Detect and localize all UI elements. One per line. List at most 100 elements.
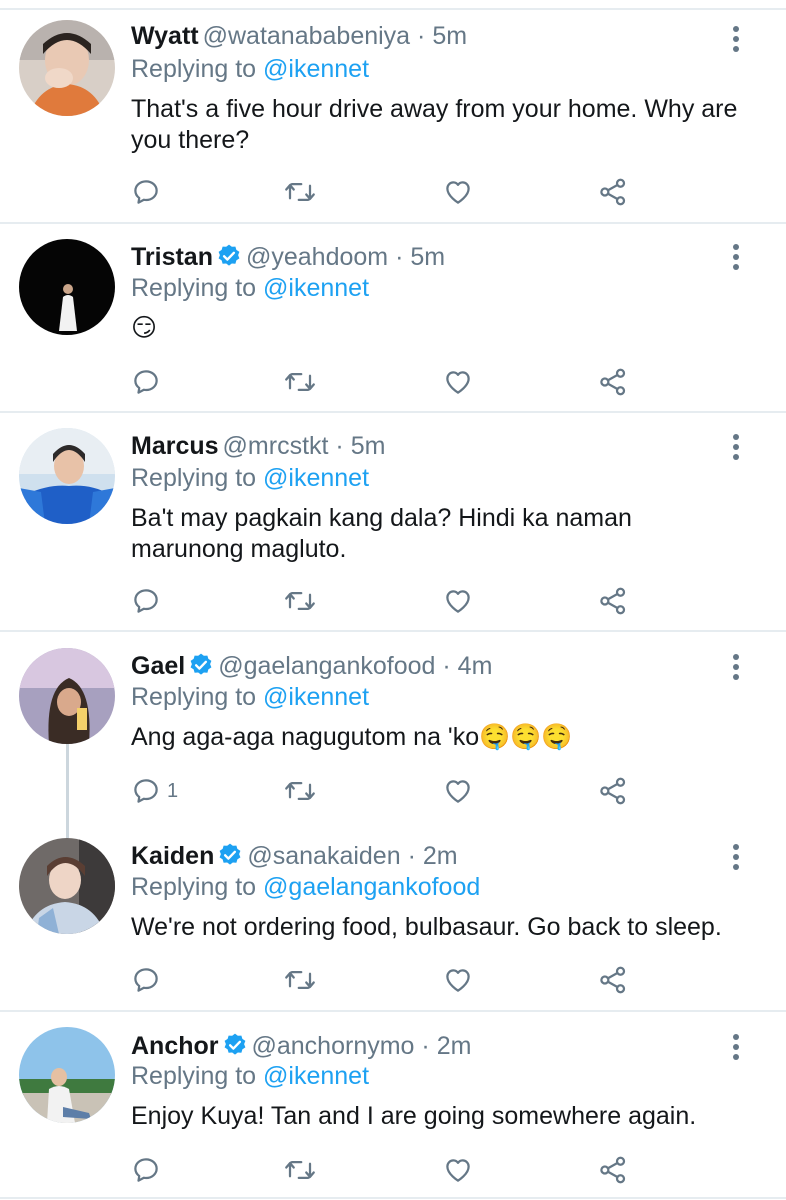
- user-handle[interactable]: @yeahdoom: [246, 243, 388, 271]
- avatar[interactable]: [19, 239, 115, 335]
- replying-to-handle[interactable]: @gaelangankofood: [263, 873, 480, 901]
- share-icon: [600, 1156, 626, 1184]
- tweet-text: Ba't may pagkain kang dala? Hindi ka nam…: [131, 504, 632, 563]
- retweet-button[interactable]: [283, 366, 317, 398]
- display-name[interactable]: Marcus: [131, 432, 219, 460]
- timestamp[interactable]: 2m: [437, 1032, 472, 1060]
- tweet-text: Enjoy Kuya! Tan and I are going somewher…: [131, 1102, 697, 1130]
- display-name[interactable]: Wyatt: [131, 22, 199, 50]
- retweet-icon: [285, 592, 315, 610]
- tweet-actions: [131, 1154, 651, 1186]
- avatar[interactable]: [19, 20, 115, 116]
- retweet-button[interactable]: [283, 1154, 317, 1186]
- avatar[interactable]: [19, 648, 115, 744]
- replying-to-handle[interactable]: @ikennet: [263, 464, 369, 492]
- replying-to-handle[interactable]: @ikennet: [263, 1062, 369, 1090]
- share-button[interactable]: [598, 366, 628, 398]
- retweet-button[interactable]: [283, 176, 317, 208]
- share-button[interactable]: [598, 176, 628, 208]
- reply-icon: [134, 968, 158, 992]
- timestamp[interactable]: 5m: [351, 432, 386, 460]
- verified-badge-icon: [224, 1033, 245, 1055]
- retweet-icon: [285, 971, 315, 989]
- like-button[interactable]: [443, 585, 473, 617]
- user-handle[interactable]: @watanababeniya: [203, 22, 410, 50]
- replying-to-label: Replying to: [131, 55, 264, 83]
- avatar[interactable]: [19, 838, 115, 934]
- more-options-icon[interactable]: [728, 434, 744, 462]
- replying-to-label: Replying to: [131, 873, 264, 901]
- more-options-icon[interactable]: [728, 844, 744, 872]
- share-icon: [600, 777, 626, 805]
- tweet-divider: [0, 1010, 786, 1012]
- tweet-actions: 1: [131, 775, 651, 807]
- like-icon: [446, 371, 470, 394]
- reply-icon: [134, 779, 158, 803]
- like-button[interactable]: [443, 964, 473, 996]
- timestamp[interactable]: 2m: [423, 842, 458, 870]
- replying-to-handle[interactable]: @ikennet: [263, 683, 369, 711]
- user-handle[interactable]: @mrcstkt: [223, 432, 329, 460]
- display-name[interactable]: Tristan: [131, 243, 213, 271]
- user-handle[interactable]: @sanakaiden: [247, 842, 400, 870]
- reply-button[interactable]: [131, 585, 167, 617]
- like-button[interactable]: [443, 366, 473, 398]
- like-icon: [446, 780, 470, 803]
- reply-icon: [134, 1158, 158, 1182]
- retweet-icon: [285, 782, 315, 800]
- retweet-button[interactable]: [283, 964, 317, 996]
- share-icon: [600, 966, 626, 994]
- reply-button[interactable]: 1: [131, 775, 178, 807]
- like-button[interactable]: [443, 176, 473, 208]
- separator-dot: ·: [335, 432, 344, 460]
- separator-dot: ·: [442, 652, 451, 680]
- retweet-button[interactable]: [283, 585, 317, 617]
- tweet-actions: [131, 964, 651, 996]
- timestamp[interactable]: 4m: [458, 652, 493, 680]
- reply-button[interactable]: [131, 366, 167, 398]
- like-icon: [446, 590, 470, 613]
- more-options-icon[interactable]: [728, 244, 744, 272]
- timestamp[interactable]: 5m: [410, 243, 445, 271]
- display-name[interactable]: Kaiden: [131, 842, 214, 870]
- timestamp[interactable]: 5m: [432, 22, 467, 50]
- replying-to: Replying to @gaelangankofood: [131, 871, 480, 903]
- thread-connector-line: [66, 744, 69, 838]
- replying-to-label: Replying to: [131, 1062, 264, 1090]
- replying-to-label: Replying to: [131, 274, 264, 302]
- user-handle[interactable]: @anchornymo: [252, 1032, 415, 1060]
- user-handle[interactable]: @gaelangankofood: [218, 652, 435, 680]
- like-button[interactable]: [443, 1154, 473, 1186]
- reply-icon: [134, 370, 158, 394]
- replying-to-handle[interactable]: @ikennet: [263, 55, 369, 83]
- more-options-icon[interactable]: [728, 654, 744, 682]
- tweet-actions: [131, 176, 651, 208]
- share-icon: [600, 368, 626, 396]
- retweet-button[interactable]: [283, 775, 317, 807]
- like-icon: [446, 969, 470, 992]
- reply-icon: [134, 589, 158, 613]
- share-button[interactable]: [598, 964, 628, 996]
- reply-button[interactable]: [131, 176, 167, 208]
- verified-badge-icon: [219, 843, 241, 865]
- share-button[interactable]: [598, 585, 628, 617]
- share-icon: [600, 587, 626, 615]
- display-name[interactable]: Anchor: [131, 1032, 219, 1060]
- display-name[interactable]: Gael: [131, 652, 185, 680]
- reply-button[interactable]: [131, 1154, 167, 1186]
- tweet-divider: [0, 222, 786, 224]
- more-options-icon[interactable]: [728, 26, 744, 54]
- avatar[interactable]: [19, 1027, 115, 1123]
- avatar[interactable]: [19, 428, 115, 524]
- replying-to-handle[interactable]: @ikennet: [263, 274, 369, 302]
- like-button[interactable]: [443, 775, 473, 807]
- tweet-divider: [0, 411, 786, 413]
- tweet-divider: [0, 1197, 786, 1199]
- more-options-icon[interactable]: [728, 1034, 744, 1062]
- reply-button[interactable]: [131, 964, 167, 996]
- replying-to: Replying to @ikennet: [131, 1060, 369, 1092]
- tweet-text: Ang aga-aga nagugutom na 'ko🤤🤤🤤: [131, 723, 573, 751]
- share-button[interactable]: [598, 1154, 628, 1186]
- share-button[interactable]: [598, 775, 628, 807]
- retweet-icon: [285, 183, 315, 201]
